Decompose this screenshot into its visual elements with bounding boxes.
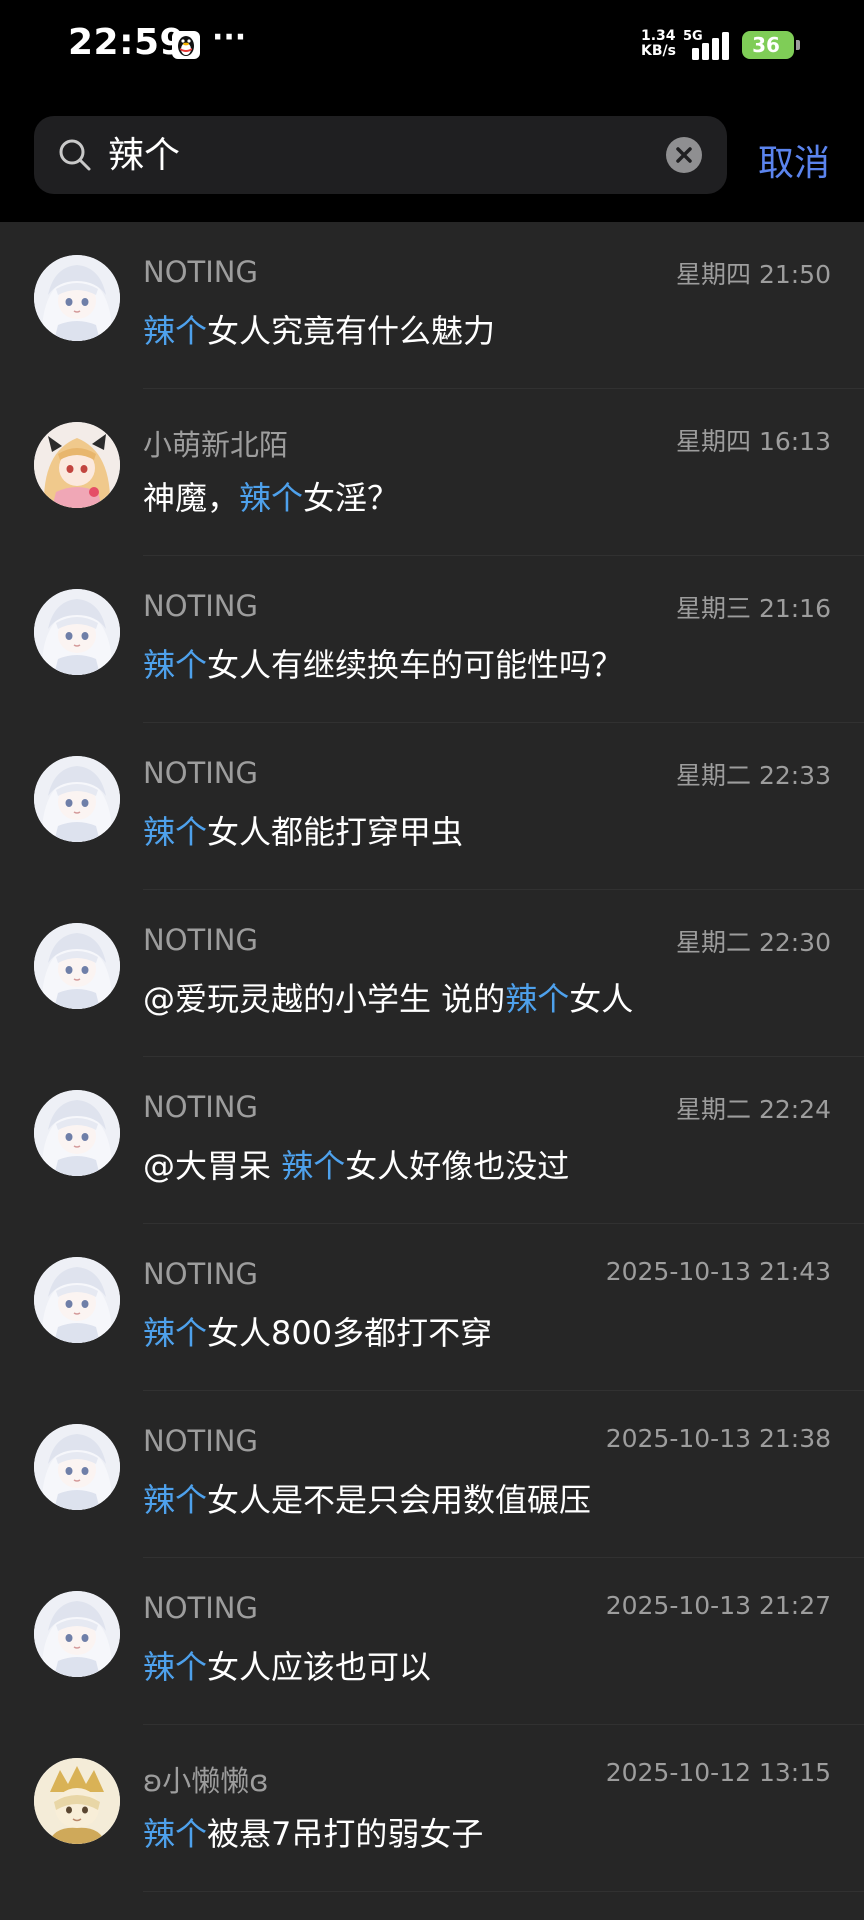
net-speed-value: 1.34 — [641, 28, 676, 44]
sender-name: NOTING — [143, 923, 258, 957]
search-result-item[interactable]: NOTING 星期二 22:30 @爱玩灵越的小学生 说的辣个女人 — [0, 890, 864, 1057]
avatar[interactable] — [34, 589, 120, 675]
avatar[interactable] — [34, 1257, 120, 1343]
avatar[interactable] — [34, 1758, 120, 1844]
message-text: 辣个女人应该也可以 — [143, 1642, 431, 1688]
status-bar: 22:59 ··· 1.34 KB/s 5G 36 — [0, 0, 864, 92]
keyword-highlight: 辣个 — [239, 479, 304, 517]
search-icon — [59, 139, 91, 171]
search-result-item[interactable]: NOTING 2025-10-13 21:38 辣个女人是不是只会用数值碾压 — [0, 1391, 864, 1558]
message-text-post: 女人好像也没过 — [345, 1147, 570, 1185]
net-speed-unit: KB/s — [641, 43, 676, 59]
message-text-post: 女人是不是只会用数值碾压 — [207, 1481, 592, 1519]
sender-name: ʚ小懒懒ɞ — [143, 1764, 269, 1798]
keyword-highlight: 辣个 — [143, 646, 208, 684]
qq-icon — [172, 31, 200, 59]
keyword-highlight: 辣个 — [143, 1648, 208, 1686]
signal-icon — [692, 32, 729, 60]
message-text-post: 女淫？ — [303, 479, 400, 517]
message-timestamp: 星期四 21:50 — [676, 260, 831, 289]
sender-name: NOTING — [143, 255, 258, 289]
message-timestamp: 星期三 21:16 — [676, 594, 831, 623]
message-text-pre: @爱玩灵越的小学生 说的 — [143, 980, 506, 1018]
cancel-button[interactable]: 取消 — [758, 134, 830, 186]
sender-name: NOTING — [143, 589, 258, 623]
search-result-item[interactable]: NOTING 星期二 22:24 @大胃呆 辣个女人好像也没过 — [0, 1057, 864, 1224]
sender-name: NOTING — [143, 1591, 258, 1625]
message-text-post: 女人都能打穿甲虫 — [207, 813, 464, 851]
avatar[interactable] — [34, 255, 120, 341]
keyword-highlight: 辣个 — [143, 1815, 208, 1853]
search-header: 辣个 取消 — [0, 92, 864, 222]
message-text: 辣个女人有继续换车的可能性吗？ — [143, 640, 623, 686]
message-text-post: 女人究竟有什么魅力 — [207, 312, 496, 350]
message-text-pre: @大胃呆 — [143, 1147, 282, 1185]
message-text: 辣个被悬7吊打的弱女子 — [143, 1809, 483, 1855]
message-timestamp: 星期二 22:33 — [676, 761, 831, 790]
battery-icon: 36 — [742, 31, 794, 59]
message-text-pre: 神魔， — [143, 479, 240, 517]
message-timestamp: 2025-10-13 21:27 — [605, 1591, 831, 1620]
battery-tip — [796, 40, 800, 50]
more-notifications-icon: ··· — [212, 20, 247, 55]
message-text: 辣个女人都能打穿甲虫 — [143, 807, 463, 853]
search-input[interactable]: 辣个 — [108, 134, 180, 178]
avatar[interactable] — [34, 1591, 120, 1677]
message-timestamp: 星期二 22:30 — [676, 928, 831, 957]
row-divider — [143, 1891, 864, 1892]
search-result-item[interactable]: NOTING 2025-10-13 21:27 辣个女人应该也可以 — [0, 1558, 864, 1725]
search-result-item[interactable]: 小萌新北陌 星期四 16:13 神魔，辣个女淫？ — [0, 389, 864, 556]
message-timestamp: 2025-10-12 13:15 — [605, 1758, 831, 1787]
keyword-highlight: 辣个 — [143, 312, 208, 350]
message-text: 神魔，辣个女淫？ — [143, 473, 399, 519]
avatar[interactable] — [34, 923, 120, 1009]
search-results-list: NOTING 星期四 21:50 辣个女人究竟有什么魅力 小萌新北陌 星期四 16:1… — [0, 222, 864, 1920]
message-timestamp: 2025-10-13 21:38 — [605, 1424, 831, 1453]
net-speed: 1.34 KB/s — [641, 29, 681, 59]
avatar[interactable] — [34, 756, 120, 842]
keyword-highlight: 辣个 — [143, 813, 208, 851]
message-text: @爱玩灵越的小学生 说的辣个女人 — [143, 974, 633, 1020]
clear-icon[interactable] — [666, 137, 702, 173]
keyword-highlight: 辣个 — [281, 1147, 346, 1185]
message-text: 辣个女人800多都打不穿 — [143, 1308, 492, 1354]
message-text-post: 女人 — [569, 980, 634, 1018]
message-text: 辣个女人究竟有什么魅力 — [143, 306, 495, 352]
sender-name: NOTING — [143, 1424, 258, 1458]
search-result-item[interactable]: NOTING 星期三 21:16 辣个女人有继续换车的可能性吗？ — [0, 556, 864, 723]
search-result-item[interactable]: NOTING 星期二 22:33 辣个女人都能打穿甲虫 — [0, 723, 864, 890]
sender-name: NOTING — [143, 1257, 258, 1291]
keyword-highlight: 辣个 — [143, 1481, 208, 1519]
avatar[interactable] — [34, 1090, 120, 1176]
message-text-post: 被悬7吊打的弱女子 — [207, 1815, 484, 1853]
message-timestamp: 星期二 22:24 — [676, 1095, 831, 1124]
message-text: @大胃呆 辣个女人好像也没过 — [143, 1141, 569, 1187]
message-text-post: 女人800多都打不穿 — [207, 1314, 493, 1352]
sender-name: NOTING — [143, 1090, 258, 1124]
status-time: 22:59 — [68, 22, 186, 63]
search-result-item[interactable]: NOTING 星期四 21:50 辣个女人究竟有什么魅力 — [0, 222, 864, 389]
message-timestamp: 星期四 16:13 — [676, 427, 831, 456]
avatar[interactable] — [34, 422, 120, 508]
search-result-item[interactable]: NOTING 2025-10-13 21:43 辣个女人800多都打不穿 — [0, 1224, 864, 1391]
keyword-highlight: 辣个 — [505, 980, 570, 1018]
sender-name: 小萌新北陌 — [143, 428, 289, 462]
message-text: 辣个女人是不是只会用数值碾压 — [143, 1475, 591, 1521]
message-text-post: 女人应该也可以 — [207, 1648, 432, 1686]
avatar[interactable] — [34, 1424, 120, 1510]
search-box[interactable]: 辣个 — [34, 116, 727, 194]
sender-name: NOTING — [143, 756, 258, 790]
message-timestamp: 2025-10-13 21:43 — [605, 1257, 831, 1286]
search-result-item[interactable]: ʚ小懒懒ɞ 2025-10-12 13:15 辣个被悬7吊打的弱女子 — [0, 1725, 864, 1892]
message-text-post: 女人有继续换车的可能性吗？ — [207, 646, 624, 684]
battery-level: 36 — [752, 33, 780, 57]
keyword-highlight: 辣个 — [143, 1314, 208, 1352]
